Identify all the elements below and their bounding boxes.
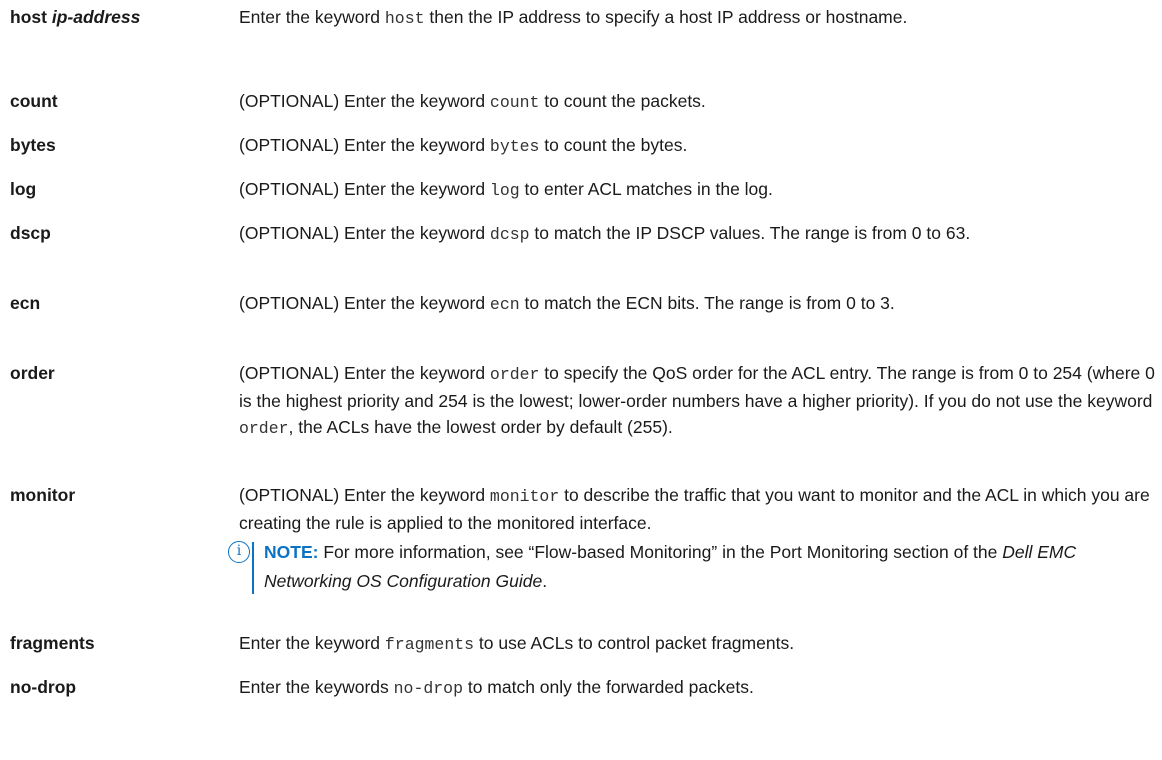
note-label: NOTE: <box>264 542 319 562</box>
keyword-code: dcsp <box>489 225 530 244</box>
param-description: (OPTIONAL) Enter the keyword log to ente… <box>239 179 773 200</box>
param-description: (OPTIONAL) Enter the keyword count to co… <box>239 91 706 112</box>
param-row-monitor: monitor (OPTIONAL) Enter the keyword mon… <box>10 478 1160 626</box>
param-description: Enter the keywords no-drop to match only… <box>239 677 754 698</box>
param-term-arg: ip-address <box>51 7 141 27</box>
param-term: fragments <box>10 633 95 653</box>
param-term: bytes <box>10 135 56 155</box>
param-term: dscp <box>10 223 51 243</box>
note-callout: i NOTE: For more information, see “Flow-… <box>228 538 1157 596</box>
param-description: Enter the keyword fragments to use ACLs … <box>239 633 795 654</box>
param-description: (OPTIONAL) Enter the keyword ecn to matc… <box>239 293 895 314</box>
param-term: ecn <box>10 293 41 313</box>
keyword-code: monitor <box>489 487 560 506</box>
param-row-no-drop: no-drop Enter the keywords no-drop to ma… <box>10 670 1160 714</box>
keyword-code: order <box>239 419 289 438</box>
param-term: log <box>10 179 37 199</box>
param-row-order: order (OPTIONAL) Enter the keyword order… <box>10 356 1160 478</box>
param-row-log: log (OPTIONAL) Enter the keyword log to … <box>10 172 1160 216</box>
param-term: order <box>10 363 55 383</box>
keyword-code: ecn <box>489 295 520 314</box>
keyword-code: bytes <box>489 137 540 156</box>
note-divider <box>252 542 254 594</box>
note-text: NOTE: For more information, see “Flow-ba… <box>264 542 1077 591</box>
param-term: count <box>10 91 58 111</box>
param-row-dscp: dscp (OPTIONAL) Enter the keyword dcsp t… <box>10 216 1160 286</box>
param-description: (OPTIONAL) Enter the keyword monitor to … <box>228 478 1157 596</box>
param-description: (OPTIONAL) Enter the keyword bytes to co… <box>239 135 688 156</box>
keyword-code: count <box>489 93 540 112</box>
param-row-bytes: bytes (OPTIONAL) Enter the keyword bytes… <box>10 128 1160 172</box>
keyword-code: log <box>489 181 520 200</box>
keyword-code: host <box>384 9 425 28</box>
param-row-host: host ip-address Enter the keyword host t… <box>10 0 1160 84</box>
keyword-code: fragments <box>384 635 475 654</box>
parameter-table: host ip-address Enter the keyword host t… <box>10 0 1160 714</box>
param-description: (OPTIONAL) Enter the keyword order to sp… <box>239 363 1155 438</box>
info-icon: i <box>228 541 250 563</box>
param-term: monitor <box>10 485 76 505</box>
param-term: host ip-address <box>10 7 141 27</box>
keyword-code: no-drop <box>393 679 463 698</box>
param-description: (OPTIONAL) Enter the keyword dcsp to mat… <box>239 223 971 244</box>
param-row-ecn: ecn (OPTIONAL) Enter the keyword ecn to … <box>10 286 1160 356</box>
param-row-fragments: fragments Enter the keyword fragments to… <box>10 626 1160 670</box>
param-row-count: count (OPTIONAL) Enter the keyword count… <box>10 84 1160 128</box>
param-description: Enter the keyword host then the IP addre… <box>239 7 908 28</box>
param-term: no-drop <box>10 677 77 697</box>
keyword-code: order <box>489 365 540 384</box>
